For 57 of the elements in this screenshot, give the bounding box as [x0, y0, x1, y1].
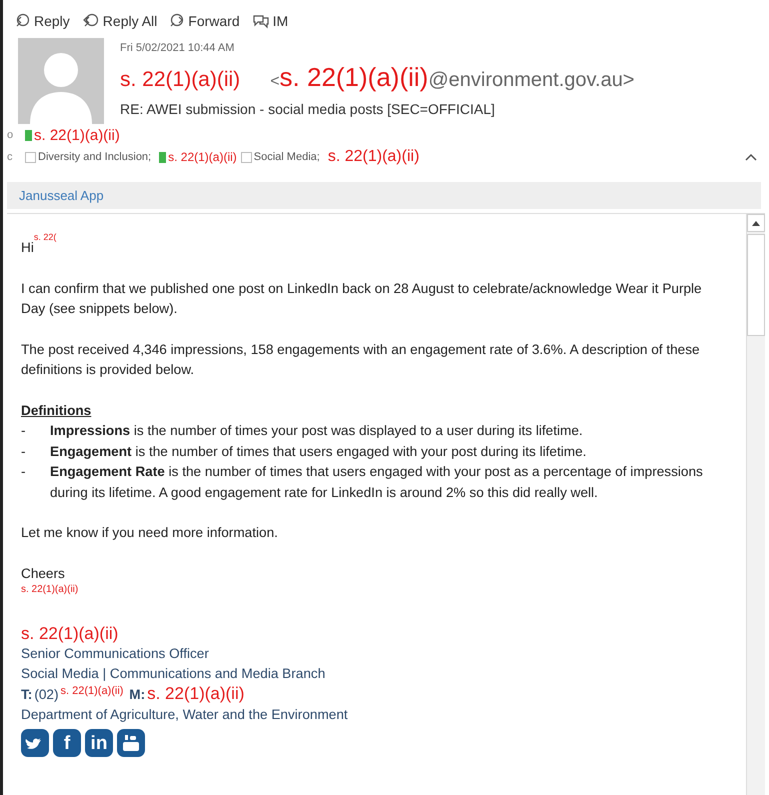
reply-all-icon — [82, 13, 100, 29]
reply-icon — [15, 13, 31, 29]
bullet-dash: - — [21, 442, 27, 460]
recipient-name[interactable]: s. 22(1)(a)(ii) — [168, 150, 237, 164]
status-square — [25, 130, 32, 140]
app-link[interactable]: Janusseal App — [19, 188, 104, 203]
recipient-group[interactable]: Social Media; — [254, 151, 320, 163]
forward-icon — [169, 13, 186, 29]
redaction-note: s. 22(1)(a)(ii) — [21, 584, 80, 596]
phone-label: T: — [21, 686, 32, 704]
recipient-group[interactable]: Diversity and Inclusion; — [38, 151, 152, 163]
section-heading: Definitions — [21, 402, 92, 420]
address-domain: @environment.gov.au> — [428, 69, 634, 92]
bullet-dash: - — [21, 463, 27, 481]
toolbar-button[interactable]: Reply — [15, 10, 70, 32]
recipient-name[interactable]: s. 22(1)(a)(ii) — [34, 126, 120, 144]
status-square — [159, 152, 166, 162]
video-icon[interactable] — [117, 729, 145, 757]
bullet-text: Engagement Rate is the number of times that users engaged with your post as a percentage of impressions during its lifetime. A good engagement rate for LinkedIn is around 2% so this did really well. — [50, 463, 704, 502]
toolbar-button[interactable]: Forward — [169, 10, 240, 32]
facebook-link[interactable]: f — [53, 729, 81, 757]
address-bracket: < — [270, 73, 280, 91]
signature-name: s. 22(1)(a)(ii) — [21, 624, 120, 644]
group-checkbox-icon — [240, 152, 252, 162]
recipient-name[interactable]: s. 22(1)(a)(ii) — [328, 148, 420, 166]
sent-date: Fri 5/02/2021 10:44 AM — [120, 42, 236, 54]
scroll-up-icon[interactable] — [752, 220, 760, 226]
unit-name: Social Media | Communications and Media Branch — [21, 665, 326, 683]
department-name: Department of Agriculture, Water and the Environment — [21, 706, 349, 724]
phone-redaction: s. 22(1)(a)(ii) — [60, 684, 124, 698]
scroll-thumb[interactable] — [747, 234, 765, 336]
body-paragraph: Let me know if you need more information. — [21, 524, 279, 542]
bullet-dash: - — [21, 422, 27, 440]
toolbar-button[interactable]: IM — [252, 10, 288, 32]
sender-name: s. 22(1)(a)(ii) — [120, 68, 240, 92]
bullet-text: Engagement is the number of times that users engaged with your post during its lifetime. — [50, 442, 586, 461]
scrollbar[interactable] — [746, 214, 765, 795]
phone-prefix: (02) — [34, 686, 59, 704]
redaction-note: s. 22( — [34, 232, 56, 242]
job-title: Senior Communications Officer — [21, 645, 210, 663]
toolbar-button[interactable]: Reply All — [82, 10, 158, 32]
cc-label: c — [7, 151, 14, 163]
to-label: o — [7, 129, 14, 141]
body-paragraph: I can confirm that we published one post on LinkedIn back on 28 August to celebrate/acknowledge Wear it Purple Day (see snippets below). — [21, 280, 703, 318]
chat-icon — [252, 13, 270, 29]
linkedin-link[interactable]: in — [85, 729, 113, 757]
body-paragraph: The post received 4,346 impressions, 158 engagements with an engagement rate of 3.6%. A description of these definitions is provided below. — [21, 340, 701, 379]
subject-line: RE: AWEI submission - social media posts [SEC=OFFICIAL] — [120, 101, 496, 117]
bullet-text: Impressions is the number of times your post was displayed to a user during its lifetime. — [50, 422, 583, 440]
mobile-label: M: — [128, 686, 146, 704]
collapse-icon[interactable] — [745, 153, 757, 161]
group-checkbox-icon — [25, 152, 36, 162]
bird-icon[interactable] — [21, 729, 49, 757]
closing-text: Cheers — [21, 564, 66, 582]
mobile-redaction: s. 22(1)(a)(ii) — [147, 684, 244, 704]
address-redaction: s. 22(1)(a)(ii) — [280, 62, 428, 93]
greeting-text: Hi — [21, 239, 34, 257]
